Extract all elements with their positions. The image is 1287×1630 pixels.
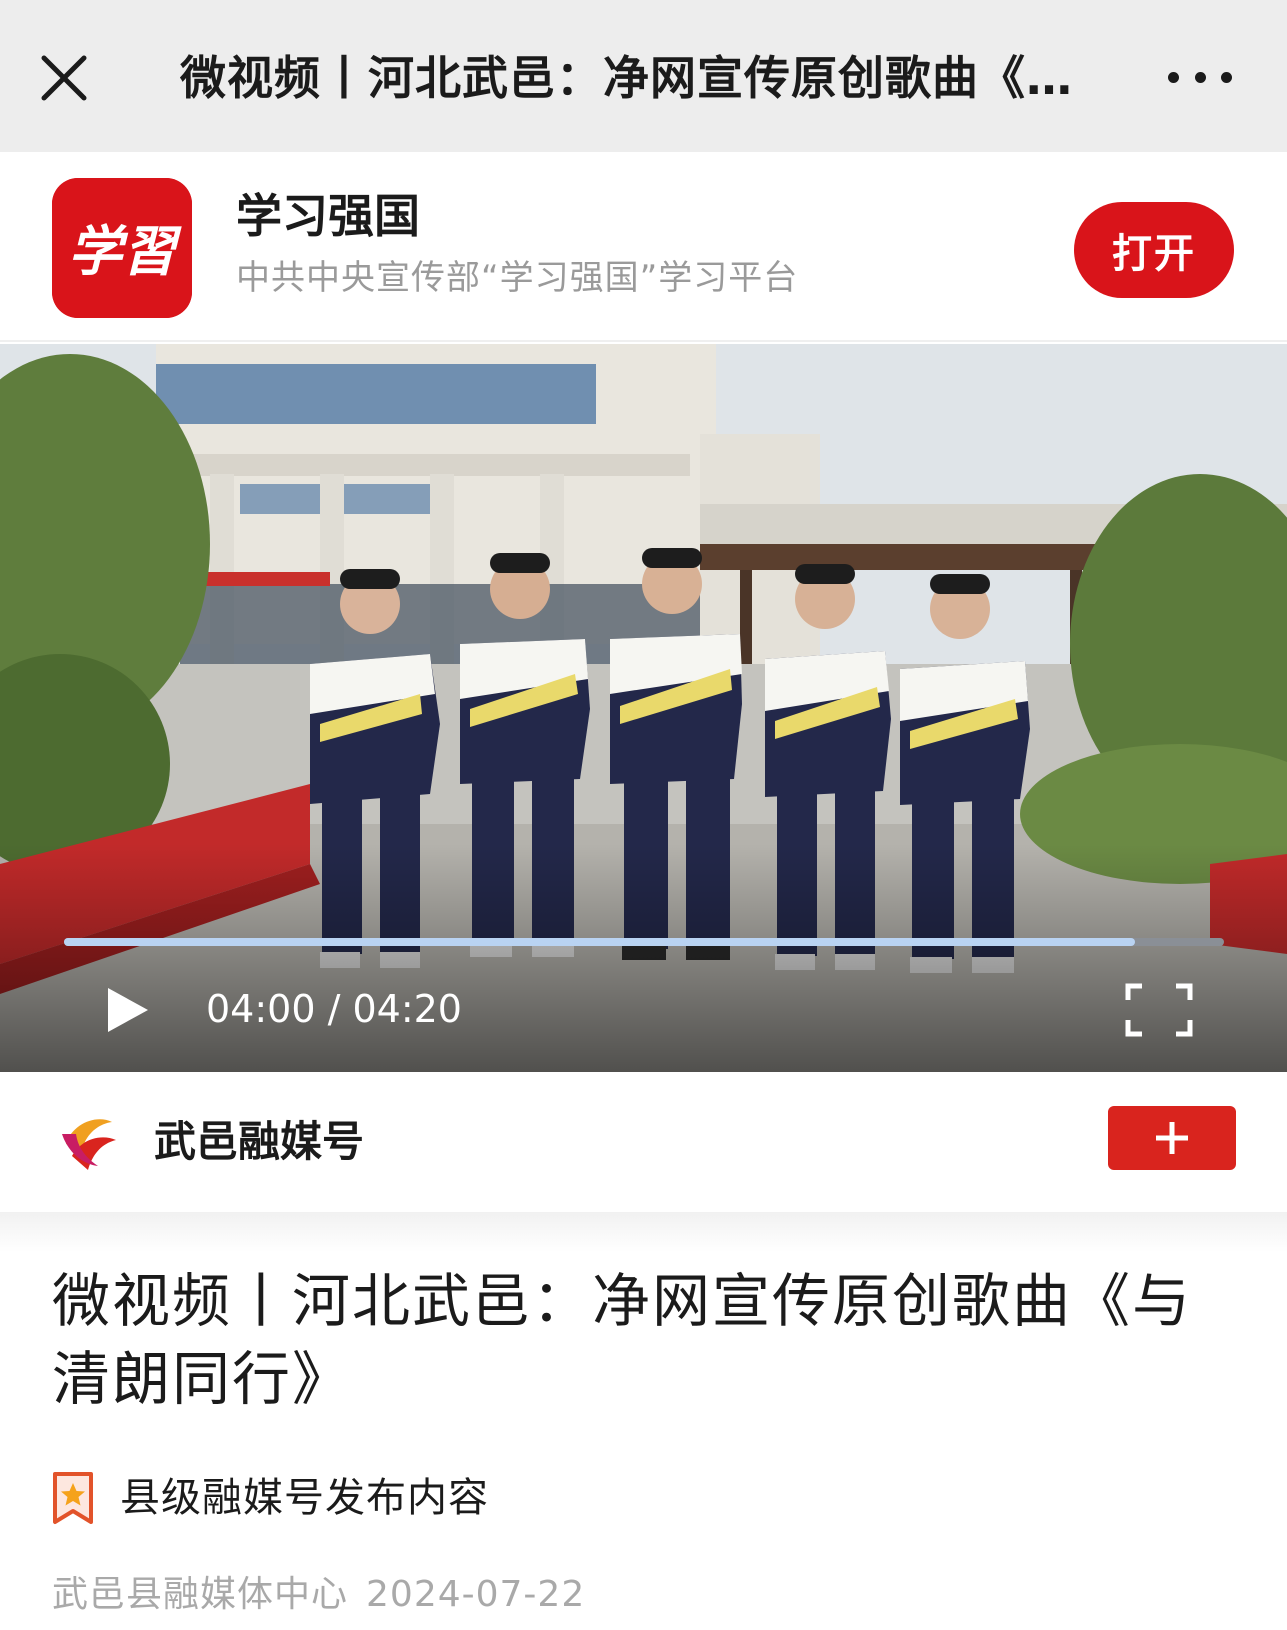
- article-source[interactable]: 武邑县融媒体中心: [52, 1574, 348, 1615]
- bookmark-star-icon: [53, 1472, 93, 1524]
- more-dots-icon: [1168, 71, 1179, 83]
- phoenix-logo-icon: [54, 1106, 126, 1178]
- more-dot: [1194, 71, 1206, 83]
- page-title: 微视频丨河北武邑：净网宣传原创歌曲《与清朗同行》: [180, 51, 1100, 105]
- account-row: 武邑融媒号: [0, 1072, 1287, 1212]
- fullscreen-icon: [1125, 983, 1193, 1037]
- video-player[interactable]: 04:00 / 04:20: [0, 344, 1287, 1072]
- fullscreen-button[interactable]: [1124, 982, 1194, 1038]
- content-tag: 县级融媒号发布内容: [52, 1468, 489, 1528]
- xuexi-logo-icon: 学習: [52, 178, 192, 318]
- close-icon: [41, 55, 87, 101]
- video-time: 04:00 / 04:20: [206, 987, 462, 1031]
- more-dot: [1221, 71, 1232, 83]
- play-button[interactable]: [104, 984, 152, 1036]
- play-icon: [108, 988, 148, 1032]
- app-logo[interactable]: 学習: [52, 178, 192, 318]
- article-title: 微视频丨河北武邑：净网宣传原创歌曲《与清朗同行》: [52, 1267, 1193, 1413]
- follow-button[interactable]: [1108, 1106, 1236, 1170]
- video-progress-bar[interactable]: [64, 938, 1224, 946]
- app-banner: 学習 学习强国 中共中央宣传部“学习强国”学习平台 打开: [0, 152, 1287, 342]
- svg-text:学習: 学習: [68, 219, 182, 283]
- plus-icon: [1156, 1122, 1188, 1154]
- section-divider: [0, 1212, 1287, 1252]
- article-date: 2024-07-22: [366, 1574, 586, 1615]
- article-meta: 武邑县融媒体中心 2024-07-22: [52, 1572, 585, 1618]
- video-frame: [0, 344, 1287, 1072]
- video-progress-fill: [64, 938, 1135, 946]
- app-name: 学习强国: [236, 189, 420, 243]
- open-app-button[interactable]: 打开: [1074, 202, 1234, 298]
- more-menu-button[interactable]: [1168, 62, 1232, 92]
- account-name[interactable]: 武邑融媒号: [154, 1116, 364, 1168]
- content-tag-label: 县级融媒号发布内容: [120, 1475, 489, 1521]
- close-button[interactable]: [36, 50, 92, 106]
- app-description: 中共中央宣传部“学习强国”学习平台: [236, 258, 799, 298]
- top-nav-bar: 微视频丨河北武邑：净网宣传原创歌曲《与清朗同行》: [0, 0, 1287, 152]
- account-avatar[interactable]: [52, 1104, 128, 1180]
